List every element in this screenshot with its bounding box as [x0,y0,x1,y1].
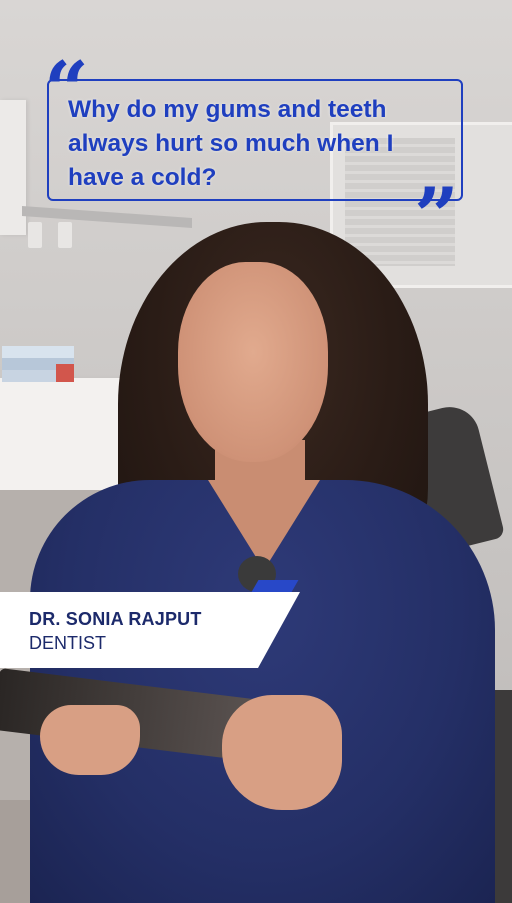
lower-third-accent [251,580,299,592]
person-face [178,262,328,462]
speaker-title: DENTIST [29,633,107,653]
rail-hook [28,222,42,248]
rail-hook [58,222,72,248]
speaker-name: DR. SONIA RAJPUT [29,609,202,629]
person-hand-right [222,695,342,810]
person-hand-left [40,705,140,775]
quote-text: Why do my gums and teeth always hurt so … [68,96,394,191]
supply-box-red [56,364,74,382]
lower-third [0,592,300,668]
